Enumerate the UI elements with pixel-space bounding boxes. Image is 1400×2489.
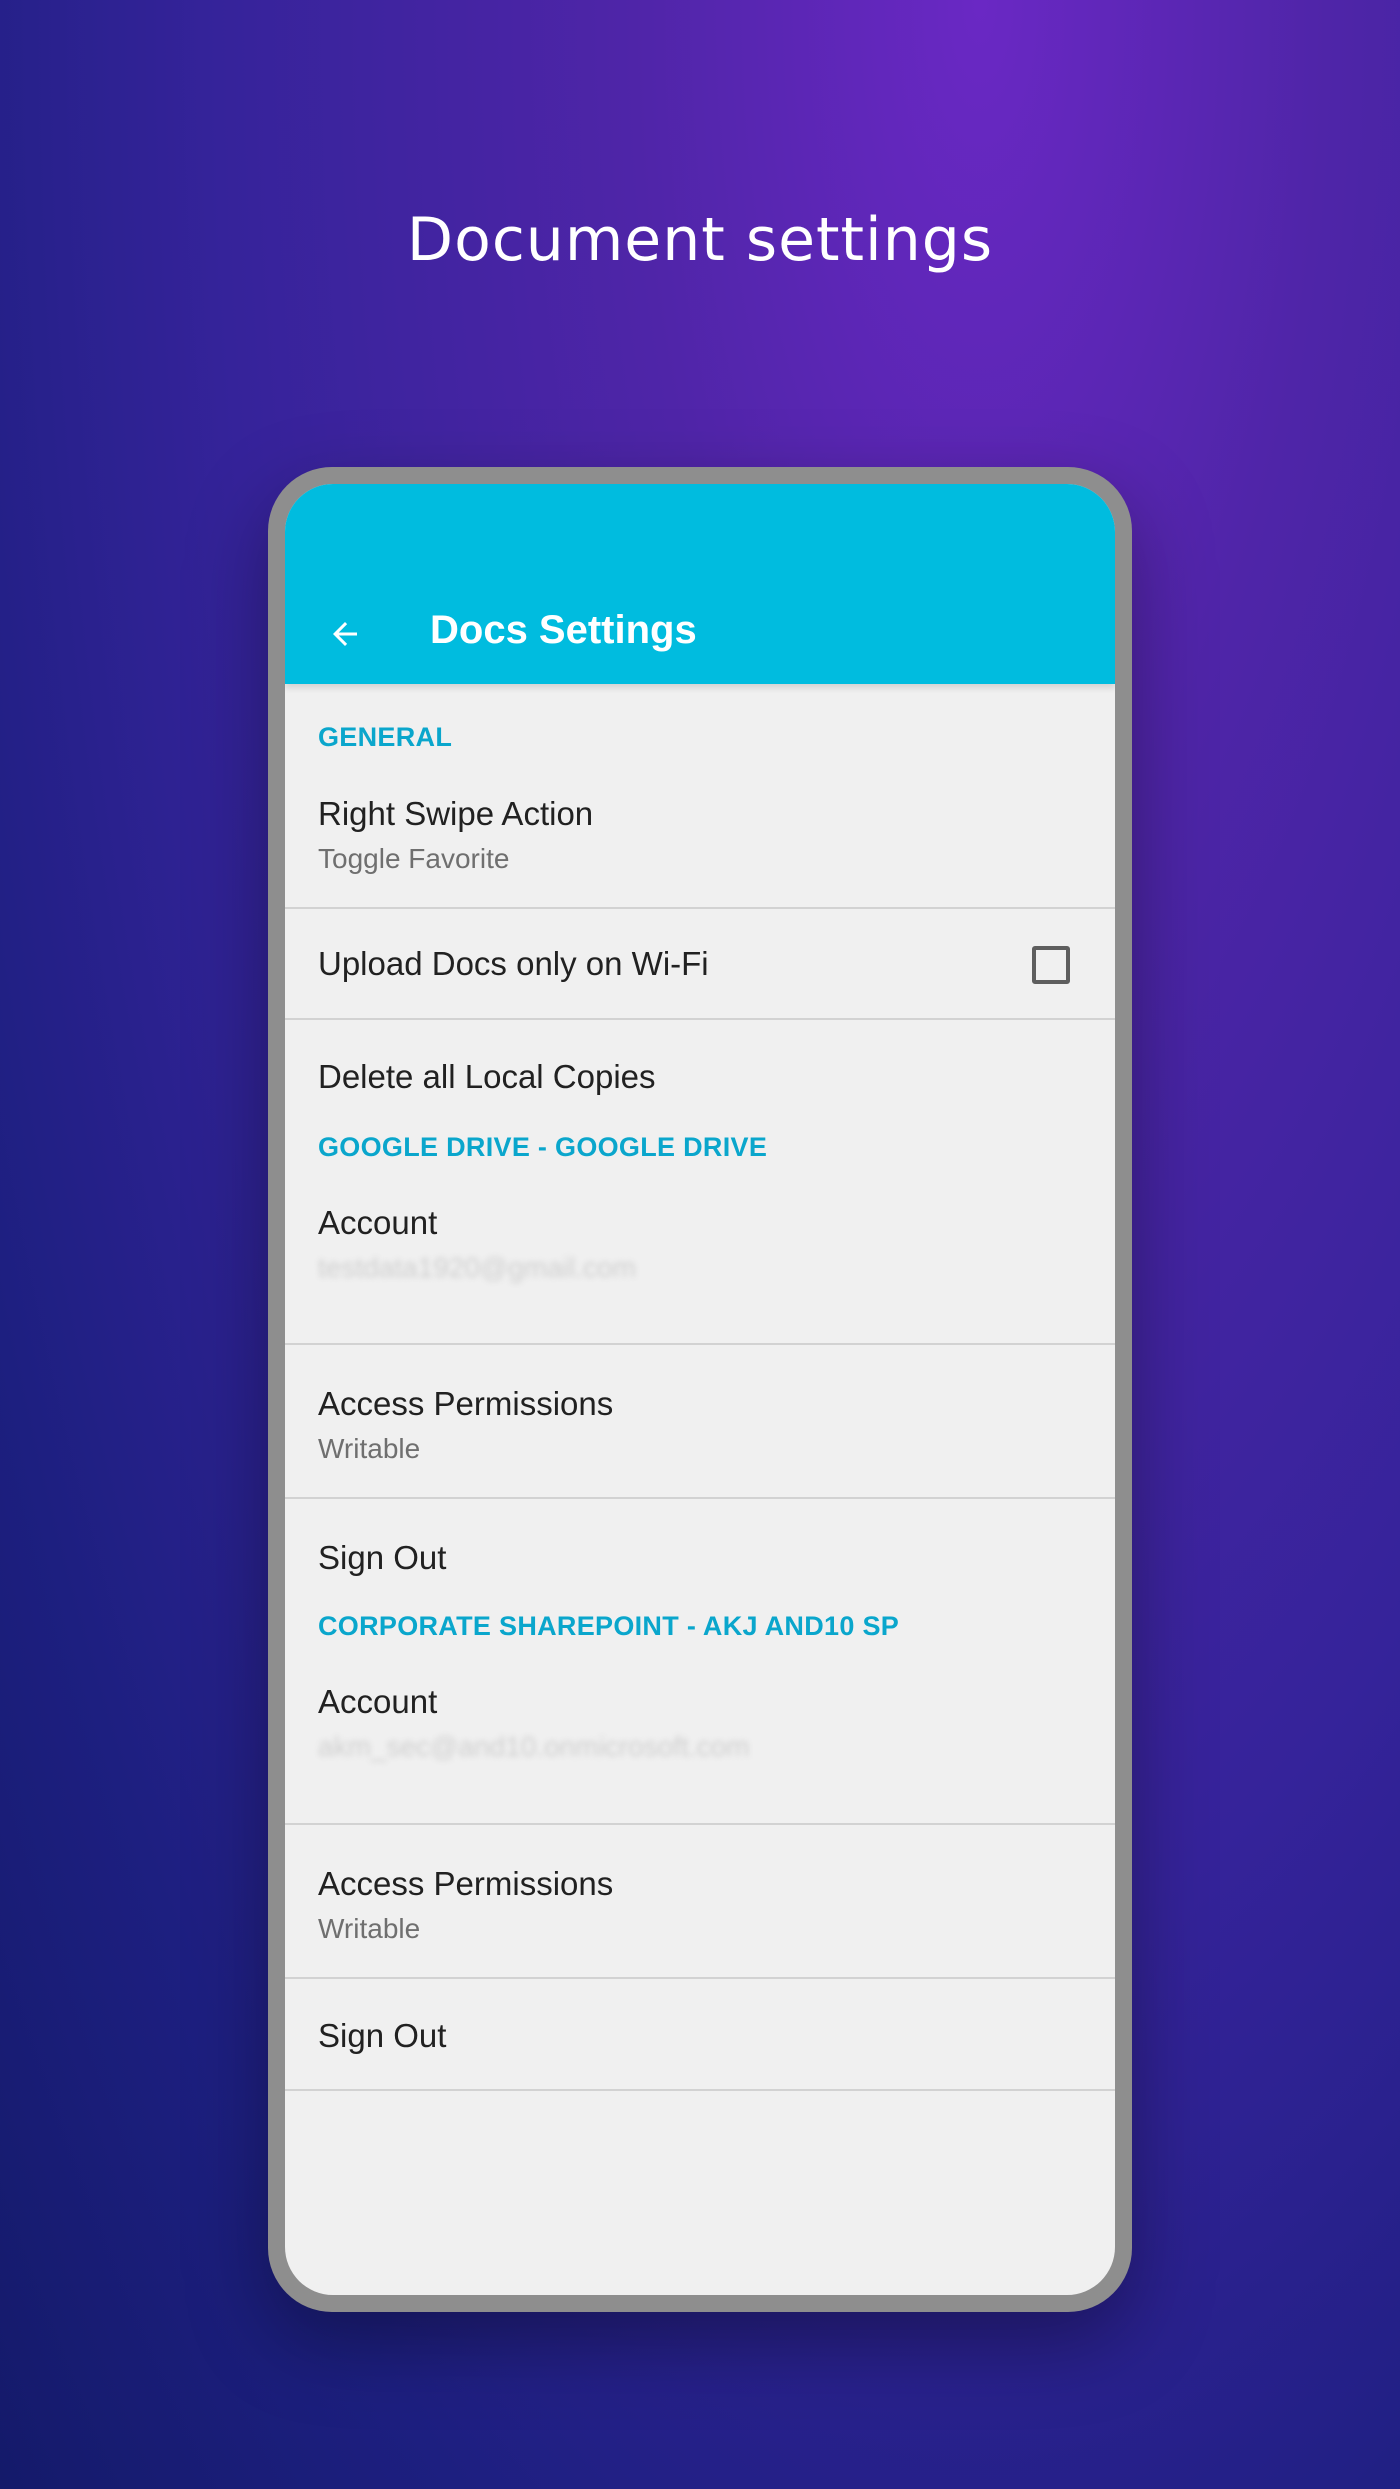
setting-sharepoint-account[interactable]: Account akm_sec@and10.onmicrosoft.com [285,1663,1115,1823]
setting-value: Writable [318,1433,421,1464]
setting-upload-wifi[interactable]: Upload Docs only on Wi-Fi [285,909,1115,1018]
upload-wifi-checkbox[interactable] [1032,946,1070,984]
section-header-general: GENERAL [318,722,453,752]
phone-screen: Docs Settings GENERAL Right Swipe Action… [285,484,1115,2295]
setting-google-account[interactable]: Account testdata1920@gmail.com [285,1184,1115,1343]
section-header-google-drive: GOOGLE DRIVE - GOOGLE DRIVE [318,1132,768,1162]
promo-headline: Document settings [406,205,994,275]
setting-title: Access Permissions [318,1865,614,1902]
setting-title: Account [318,1683,438,1720]
setting-sharepoint-sign-out[interactable]: Sign Out [285,1979,1115,2089]
setting-title: Sign Out [318,2017,447,2054]
setting-title: Right Swipe Action [318,795,594,832]
setting-title: Delete all Local Copies [318,1058,656,1095]
setting-value: Writable [318,1913,421,1944]
settings-list: GENERAL Right Swipe Action Toggle Favori… [285,684,1115,2091]
phone-frame: Docs Settings GENERAL Right Swipe Action… [268,467,1132,2312]
section-header-sharepoint: CORPORATE SHAREPOINT - AKJ AND10 SP [318,1611,900,1641]
setting-value: Toggle Favorite [318,843,510,874]
setting-value: testdata1920@gmail.com [318,1252,636,1283]
setting-title: Access Permissions [318,1385,614,1422]
setting-right-swipe-action[interactable]: Right Swipe Action Toggle Favorite [285,753,1115,907]
setting-title: Account [318,1204,438,1241]
setting-value: akm_sec@and10.onmicrosoft.com [318,1731,750,1762]
setting-title: Sign Out [318,1539,447,1576]
app-bar: Docs Settings [285,484,1115,684]
setting-sharepoint-access-permissions[interactable]: Access Permissions Writable [285,1825,1115,1977]
setting-google-access-permissions[interactable]: Access Permissions Writable [285,1345,1115,1497]
page-title: Docs Settings [430,608,697,652]
divider [285,2089,1115,2091]
setting-delete-local-copies[interactable]: Delete all Local Copies [285,1020,1115,1132]
back-button[interactable] [315,604,375,664]
setting-google-sign-out[interactable]: Sign Out [285,1499,1115,1611]
arrow-left-icon [333,622,357,646]
setting-title: Upload Docs only on Wi-Fi [318,945,709,982]
